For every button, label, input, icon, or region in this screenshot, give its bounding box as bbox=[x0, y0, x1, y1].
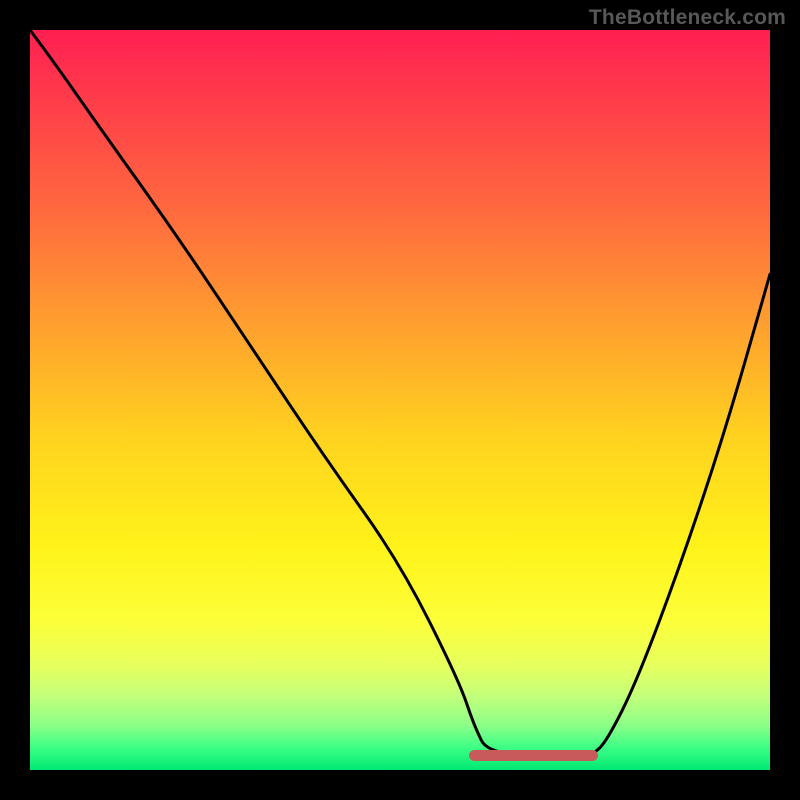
curve-line bbox=[30, 30, 770, 770]
chart-stage: TheBottleneck.com bbox=[0, 0, 800, 800]
plateau-cap-right-icon bbox=[587, 750, 598, 761]
plateau-highlight bbox=[474, 750, 592, 761]
plot-area bbox=[30, 30, 770, 770]
watermark-text: TheBottleneck.com bbox=[589, 6, 786, 30]
plateau-cap-left-icon bbox=[469, 750, 480, 761]
